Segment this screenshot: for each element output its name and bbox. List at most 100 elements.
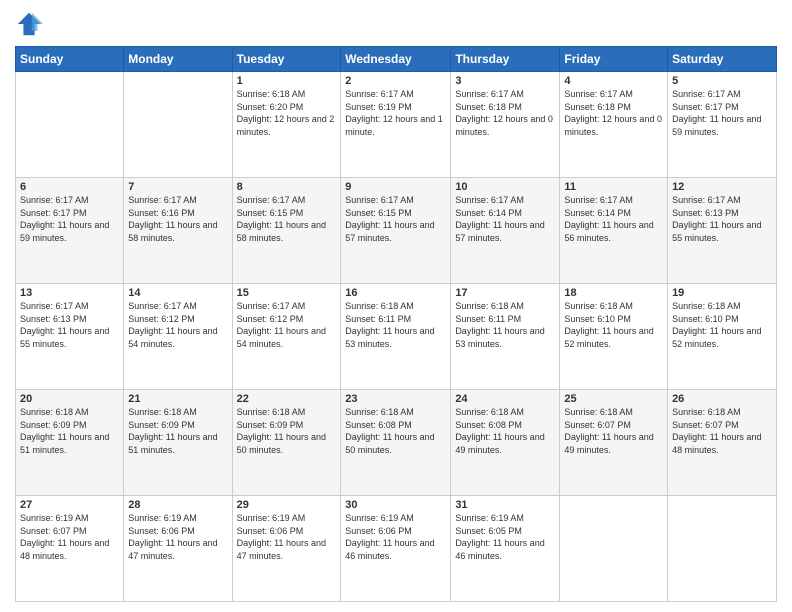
calendar-cell: 14Sunrise: 6:17 AM Sunset: 6:12 PM Dayli… [124, 284, 232, 390]
day-number: 6 [20, 181, 119, 193]
day-number: 7 [128, 181, 227, 193]
day-number: 4 [564, 75, 663, 87]
day-info: Sunrise: 6:17 AM Sunset: 6:14 PM Dayligh… [564, 194, 663, 244]
day-info: Sunrise: 6:18 AM Sunset: 6:07 PM Dayligh… [564, 406, 663, 456]
day-number: 21 [128, 393, 227, 405]
calendar-cell: 31Sunrise: 6:19 AM Sunset: 6:05 PM Dayli… [451, 496, 560, 602]
calendar-cell: 26Sunrise: 6:18 AM Sunset: 6:07 PM Dayli… [668, 390, 777, 496]
calendar-cell: 1Sunrise: 6:18 AM Sunset: 6:20 PM Daylig… [232, 72, 341, 178]
calendar-cell: 7Sunrise: 6:17 AM Sunset: 6:16 PM Daylig… [124, 178, 232, 284]
day-number: 26 [672, 393, 772, 405]
calendar-cell: 9Sunrise: 6:17 AM Sunset: 6:15 PM Daylig… [341, 178, 451, 284]
day-info: Sunrise: 6:18 AM Sunset: 6:10 PM Dayligh… [672, 300, 772, 350]
day-number: 16 [345, 287, 446, 299]
day-number: 11 [564, 181, 663, 193]
day-number: 18 [564, 287, 663, 299]
calendar-cell: 11Sunrise: 6:17 AM Sunset: 6:14 PM Dayli… [560, 178, 668, 284]
calendar-cell: 20Sunrise: 6:18 AM Sunset: 6:09 PM Dayli… [16, 390, 124, 496]
week-row-1: 1Sunrise: 6:18 AM Sunset: 6:20 PM Daylig… [16, 72, 777, 178]
day-info: Sunrise: 6:17 AM Sunset: 6:17 PM Dayligh… [20, 194, 119, 244]
calendar-cell: 10Sunrise: 6:17 AM Sunset: 6:14 PM Dayli… [451, 178, 560, 284]
day-info: Sunrise: 6:19 AM Sunset: 6:06 PM Dayligh… [237, 512, 337, 562]
day-number: 20 [20, 393, 119, 405]
logo-icon [15, 10, 43, 38]
calendar-cell: 2Sunrise: 6:17 AM Sunset: 6:19 PM Daylig… [341, 72, 451, 178]
day-info: Sunrise: 6:17 AM Sunset: 6:17 PM Dayligh… [672, 88, 772, 138]
day-info: Sunrise: 6:17 AM Sunset: 6:14 PM Dayligh… [455, 194, 555, 244]
weekday-header-wednesday: Wednesday [341, 47, 451, 72]
calendar-cell: 4Sunrise: 6:17 AM Sunset: 6:18 PM Daylig… [560, 72, 668, 178]
day-info: Sunrise: 6:17 AM Sunset: 6:16 PM Dayligh… [128, 194, 227, 244]
day-info: Sunrise: 6:18 AM Sunset: 6:11 PM Dayligh… [455, 300, 555, 350]
week-row-2: 6Sunrise: 6:17 AM Sunset: 6:17 PM Daylig… [16, 178, 777, 284]
week-row-4: 20 Sunrise: 6:18 AM Sunset: 6:09 PM Dayli… [16, 390, 777, 496]
header [15, 10, 777, 38]
day-info: Sunrise: 6:18 AM Sunset: 6:09 PM Dayligh… [128, 406, 227, 456]
day-number: 31 [455, 499, 555, 511]
calendar-cell [668, 496, 777, 602]
day-number: 14 [128, 287, 227, 299]
weekday-header-row: SundayMondayTuesdayWednesdayThursdayFrid… [16, 47, 777, 72]
day-info: Sunrise: 6:18 AM Sunset: 6:08 PM Dayligh… [455, 406, 555, 456]
calendar-cell: 27Sunrise: 6:19 AM Sunset: 6:07 PM Dayli… [16, 496, 124, 602]
day-info: Sunrise: 6:17 AM Sunset: 6:18 PM Dayligh… [564, 88, 663, 138]
calendar-cell: 12Sunrise: 6:17 AM Sunset: 6:13 PM Dayli… [668, 178, 777, 284]
day-info: Sunrise: 6:17 AM Sunset: 6:18 PM Dayligh… [455, 88, 555, 138]
day-info: Sunrise: 6:19 AM Sunset: 6:06 PM Dayligh… [128, 512, 227, 562]
calendar-cell: 13Sunrise: 6:17 AM Sunset: 6:13 PM Dayli… [16, 284, 124, 390]
day-number: 8 [237, 181, 337, 193]
day-number: 19 [672, 287, 772, 299]
day-info: Sunrise: 6:18 AM Sunset: 6:09 PM Dayligh… [237, 406, 337, 456]
weekday-header-friday: Friday [560, 47, 668, 72]
day-number: 12 [672, 181, 772, 193]
calendar-cell: 6Sunrise: 6:17 AM Sunset: 6:17 PM Daylig… [16, 178, 124, 284]
calendar-cell [560, 496, 668, 602]
calendar-cell [124, 72, 232, 178]
day-number: 30 [345, 499, 446, 511]
day-info: Sunrise: 6:17 AM Sunset: 6:15 PM Dayligh… [237, 194, 337, 244]
page: SundayMondayTuesdayWednesdayThursdayFrid… [0, 0, 792, 612]
weekday-header-saturday: Saturday [668, 47, 777, 72]
calendar-cell: 15Sunrise: 6:17 AM Sunset: 6:12 PM Dayli… [232, 284, 341, 390]
calendar-cell: 18Sunrise: 6:18 AM Sunset: 6:10 PM Dayli… [560, 284, 668, 390]
day-number: 17 [455, 287, 555, 299]
weekday-header-monday: Monday [124, 47, 232, 72]
day-number: 23 [345, 393, 446, 405]
calendar-cell: 3Sunrise: 6:17 AM Sunset: 6:18 PM Daylig… [451, 72, 560, 178]
day-number: 5 [672, 75, 772, 87]
day-info: Sunrise: 6:18 AM Sunset: 6:08 PM Dayligh… [345, 406, 446, 456]
day-info: Sunrise: 6:17 AM Sunset: 6:12 PM Dayligh… [128, 300, 227, 350]
day-info: Sunrise: 6:18 AM Sunset: 6:11 PM Dayligh… [345, 300, 446, 350]
weekday-header-tuesday: Tuesday [232, 47, 341, 72]
day-info: Sunrise: 6:17 AM Sunset: 6:13 PM Dayligh… [672, 194, 772, 244]
calendar-cell: 19Sunrise: 6:18 AM Sunset: 6:10 PM Dayli… [668, 284, 777, 390]
calendar-cell: 30Sunrise: 6:19 AM Sunset: 6:06 PM Dayli… [341, 496, 451, 602]
weekday-header-thursday: Thursday [451, 47, 560, 72]
day-info: Sunrise: 6:17 AM Sunset: 6:12 PM Dayligh… [237, 300, 337, 350]
calendar-table: SundayMondayTuesdayWednesdayThursdayFrid… [15, 46, 777, 602]
day-number: 24 [455, 393, 555, 405]
day-info: Sunrise: 6:19 AM Sunset: 6:05 PM Dayligh… [455, 512, 555, 562]
day-number: 9 [345, 181, 446, 193]
calendar-cell: 21Sunrise: 6:18 AM Sunset: 6:09 PM Dayli… [124, 390, 232, 496]
day-info: Sunrise: 6:17 AM Sunset: 6:13 PM Dayligh… [20, 300, 119, 350]
day-number: 22 [237, 393, 337, 405]
calendar-cell [16, 72, 124, 178]
calendar-cell: 5Sunrise: 6:17 AM Sunset: 6:17 PM Daylig… [668, 72, 777, 178]
day-number: 10 [455, 181, 555, 193]
day-number: 15 [237, 287, 337, 299]
day-number: 13 [20, 287, 119, 299]
weekday-header-sunday: Sunday [16, 47, 124, 72]
week-row-3: 13Sunrise: 6:17 AM Sunset: 6:13 PM Dayli… [16, 284, 777, 390]
day-number: 3 [455, 75, 555, 87]
calendar-cell: 28Sunrise: 6:19 AM Sunset: 6:06 PM Dayli… [124, 496, 232, 602]
day-info: Sunrise: 6:18 AM Sunset: 6:07 PM Dayligh… [672, 406, 772, 456]
calendar-cell: 25Sunrise: 6:18 AM Sunset: 6:07 PM Dayli… [560, 390, 668, 496]
calendar-cell: 16Sunrise: 6:18 AM Sunset: 6:11 PM Dayli… [341, 284, 451, 390]
day-number: 25 [564, 393, 663, 405]
calendar-cell: 24Sunrise: 6:18 AM Sunset: 6:08 PM Dayli… [451, 390, 560, 496]
day-info: Sunrise: 6:19 AM Sunset: 6:06 PM Dayligh… [345, 512, 446, 562]
calendar-cell: 23Sunrise: 6:18 AM Sunset: 6:08 PM Dayli… [341, 390, 451, 496]
day-number: 27 [20, 499, 119, 511]
calendar-cell: 22Sunrise: 6:18 AM Sunset: 6:09 PM Dayli… [232, 390, 341, 496]
